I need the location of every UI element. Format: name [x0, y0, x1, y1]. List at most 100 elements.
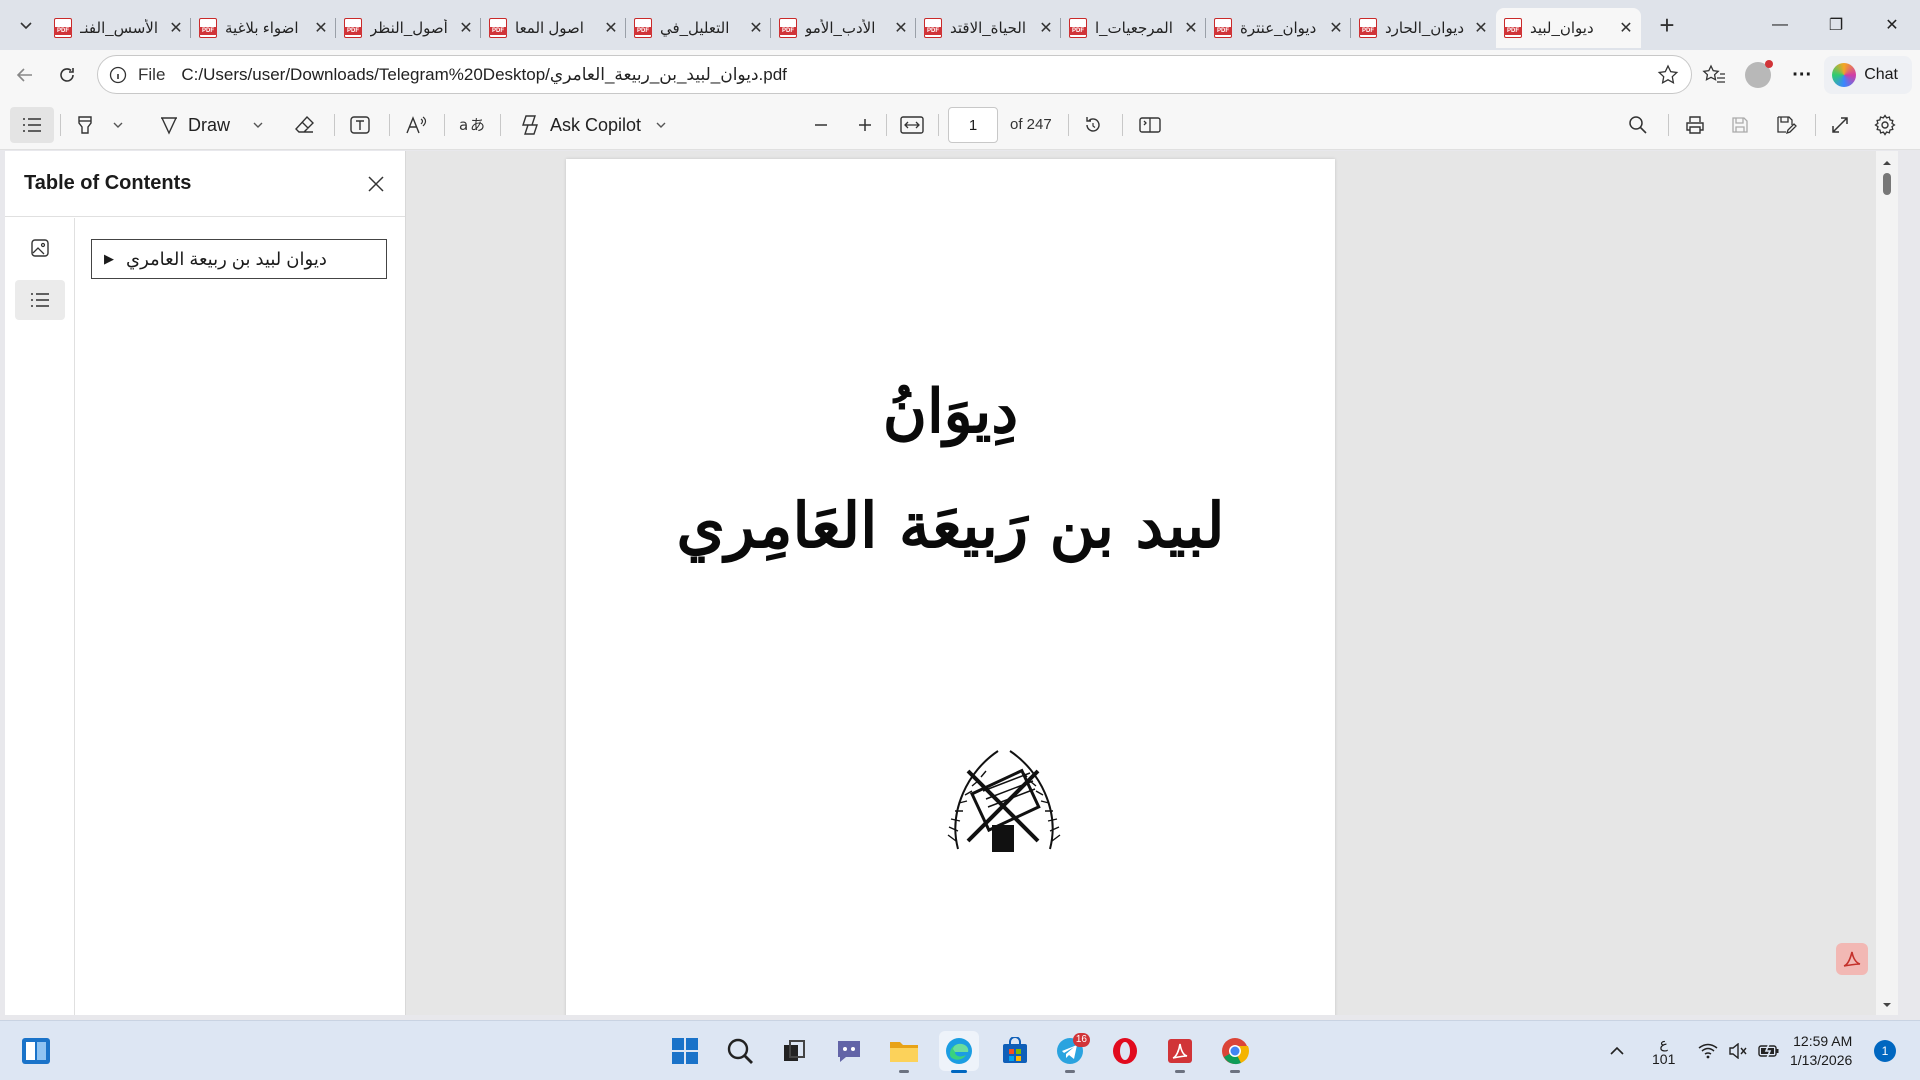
close-tab-icon[interactable]: ✕ — [894, 18, 908, 38]
scrollbar-thumb[interactable] — [1883, 173, 1891, 195]
document-viewer[interactable]: دِيوَانُ لبيد بن رَبيعَة العَامِري — [406, 151, 1898, 1015]
edge-browser-app[interactable] — [939, 1031, 979, 1073]
file-explorer-app[interactable] — [884, 1031, 924, 1073]
input-language-indicator[interactable]: ع 101 — [1652, 1021, 1675, 1080]
find-button[interactable] — [1628, 107, 1648, 143]
pdf-file-icon — [54, 18, 72, 38]
fit-to-width-button[interactable] — [900, 107, 924, 143]
close-tab-icon[interactable]: ✕ — [1329, 18, 1343, 38]
date-text: 1/13/2026 — [1790, 1052, 1853, 1068]
fullscreen-button[interactable] — [1830, 107, 1850, 143]
print-button[interactable] — [1684, 107, 1706, 143]
minimize-button[interactable]: — — [1752, 0, 1808, 50]
pdf-file-icon — [199, 18, 217, 38]
show-hidden-icons-button[interactable] — [1608, 1021, 1626, 1080]
teams-chat-app[interactable] — [829, 1031, 869, 1071]
tab-title: ديوان_الحارد — [1385, 20, 1465, 37]
browser-tab[interactable]: ديوان_عنترة ✕ — [1206, 8, 1351, 48]
panel-header: Table of Contents — [5, 151, 405, 217]
gear-icon — [1874, 114, 1896, 136]
url-text[interactable]: C:/Users/user/Downloads/Telegram%20Deskt… — [181, 65, 786, 85]
table-of-contents-toggle[interactable] — [10, 107, 54, 143]
close-tab-icon[interactable]: ✕ — [1184, 18, 1198, 38]
erase-button[interactable] — [294, 107, 316, 143]
page-number-input[interactable]: 1 — [948, 107, 998, 143]
scheme-label: File — [138, 64, 166, 84]
save-button[interactable] — [1730, 107, 1750, 143]
restore-button[interactable]: ❐ — [1808, 0, 1864, 50]
browser-tab[interactable]: اصول المعا ✕ — [481, 8, 626, 48]
address-bar[interactable]: File C:/Users/user/Downloads/Telegram%20… — [97, 55, 1692, 94]
browser-tab[interactable]: التعليل_في ✕ — [626, 8, 771, 48]
browser-tab[interactable]: أصول_النظر ✕ — [336, 8, 481, 48]
browser-tab-active[interactable]: ديوان_لبيد ✕ — [1496, 8, 1641, 48]
chevron-down-icon[interactable] — [655, 119, 667, 131]
opera-app[interactable] — [1105, 1031, 1145, 1071]
thumbnails-tab[interactable] — [15, 228, 65, 268]
widgets-button[interactable] — [16, 1031, 56, 1071]
scroll-down-icon[interactable] — [1876, 997, 1898, 1013]
close-tab-icon[interactable]: ✕ — [604, 18, 618, 38]
close-tab-icon[interactable]: ✕ — [169, 18, 183, 38]
rotate-icon — [1086, 117, 1100, 132]
highlight-button[interactable] — [74, 107, 124, 143]
unread-badge: 16 — [1072, 1033, 1090, 1047]
zoom-out-button[interactable] — [812, 107, 830, 143]
close-tab-icon[interactable]: ✕ — [1619, 18, 1633, 38]
translate-button[interactable]: aあ — [459, 107, 485, 143]
profile-button[interactable] — [1736, 55, 1780, 95]
acrobat-button[interactable] — [1836, 943, 1868, 975]
close-panel-button[interactable] — [363, 171, 389, 197]
close-tab-icon[interactable]: ✕ — [749, 18, 763, 38]
expand-arrow-icon[interactable]: ▶ — [104, 251, 114, 267]
system-status-area[interactable] — [1698, 1021, 1780, 1080]
new-tab-button[interactable]: + — [1647, 5, 1687, 45]
draw-button[interactable]: Draw — [158, 107, 264, 143]
close-tab-icon[interactable]: ✕ — [1039, 18, 1053, 38]
browser-tab[interactable]: ديوان_الحارد ✕ — [1351, 8, 1496, 48]
refresh-button[interactable] — [47, 55, 87, 95]
browser-tab[interactable]: الحياة_الاقتد ✕ — [916, 8, 1061, 48]
microsoft-store-app[interactable] — [995, 1031, 1035, 1071]
toc-item[interactable]: ▶ ديوان لبيد بن ربيعة العامري — [91, 239, 387, 279]
add-text-button[interactable] — [349, 107, 371, 143]
ask-copilot-button[interactable]: Ask Copilot — [518, 107, 667, 143]
browser-tab[interactable]: الأسس_الفنـ ✕ — [46, 8, 191, 48]
close-tab-icon[interactable]: ✕ — [1474, 18, 1488, 38]
chrome-app[interactable] — [1215, 1031, 1255, 1073]
task-view-button[interactable] — [774, 1031, 814, 1071]
pdf-reader-app[interactable] — [1160, 1031, 1200, 1073]
zoom-in-button[interactable] — [856, 107, 874, 143]
close-tab-icon[interactable]: ✕ — [459, 18, 473, 38]
search-button[interactable] — [720, 1031, 760, 1071]
page-view-button[interactable] — [1138, 107, 1162, 143]
vertical-scrollbar[interactable] — [1876, 151, 1898, 1015]
read-aloud-button[interactable] — [405, 107, 429, 143]
copilot-chat-button[interactable]: Chat — [1824, 56, 1912, 94]
more-menu-button[interactable]: ··· — [1780, 55, 1824, 95]
language-script: ع — [1659, 1035, 1668, 1051]
browser-tab[interactable]: الأدب_الأمو ✕ — [771, 8, 916, 48]
browser-tab[interactable]: اضواء بلاغية ✕ — [191, 8, 336, 48]
telegram-app[interactable]: 16 — [1050, 1031, 1090, 1073]
notification-center-button[interactable]: 1 — [1874, 1021, 1896, 1080]
rotate-button[interactable] — [1082, 107, 1104, 143]
chevron-down-icon[interactable] — [252, 119, 264, 131]
tab-actions-menu-button[interactable] — [6, 5, 46, 45]
windows-taskbar: 16 ع 101 12:59 AM 1/13/2026 1 — [0, 1020, 1920, 1080]
save-as-button[interactable] — [1775, 107, 1797, 143]
contents-tab[interactable] — [15, 280, 65, 320]
site-info-icon[interactable] — [108, 65, 128, 85]
back-button[interactable] — [5, 55, 45, 95]
browser-tab[interactable]: المرجعيات_ا ✕ — [1061, 8, 1206, 48]
chevron-down-icon[interactable] — [112, 119, 124, 131]
scroll-up-icon[interactable] — [1876, 155, 1898, 171]
close-window-button[interactable]: ✕ — [1864, 0, 1920, 50]
settings-button[interactable] — [1874, 107, 1896, 143]
favorite-star-icon[interactable] — [1657, 64, 1679, 91]
clock[interactable]: 12:59 AM 1/13/2026 — [1790, 1021, 1852, 1080]
close-tab-icon[interactable]: ✕ — [314, 18, 328, 38]
favorites-button[interactable] — [1692, 55, 1736, 95]
list-icon — [31, 293, 49, 307]
start-button[interactable] — [665, 1031, 705, 1071]
